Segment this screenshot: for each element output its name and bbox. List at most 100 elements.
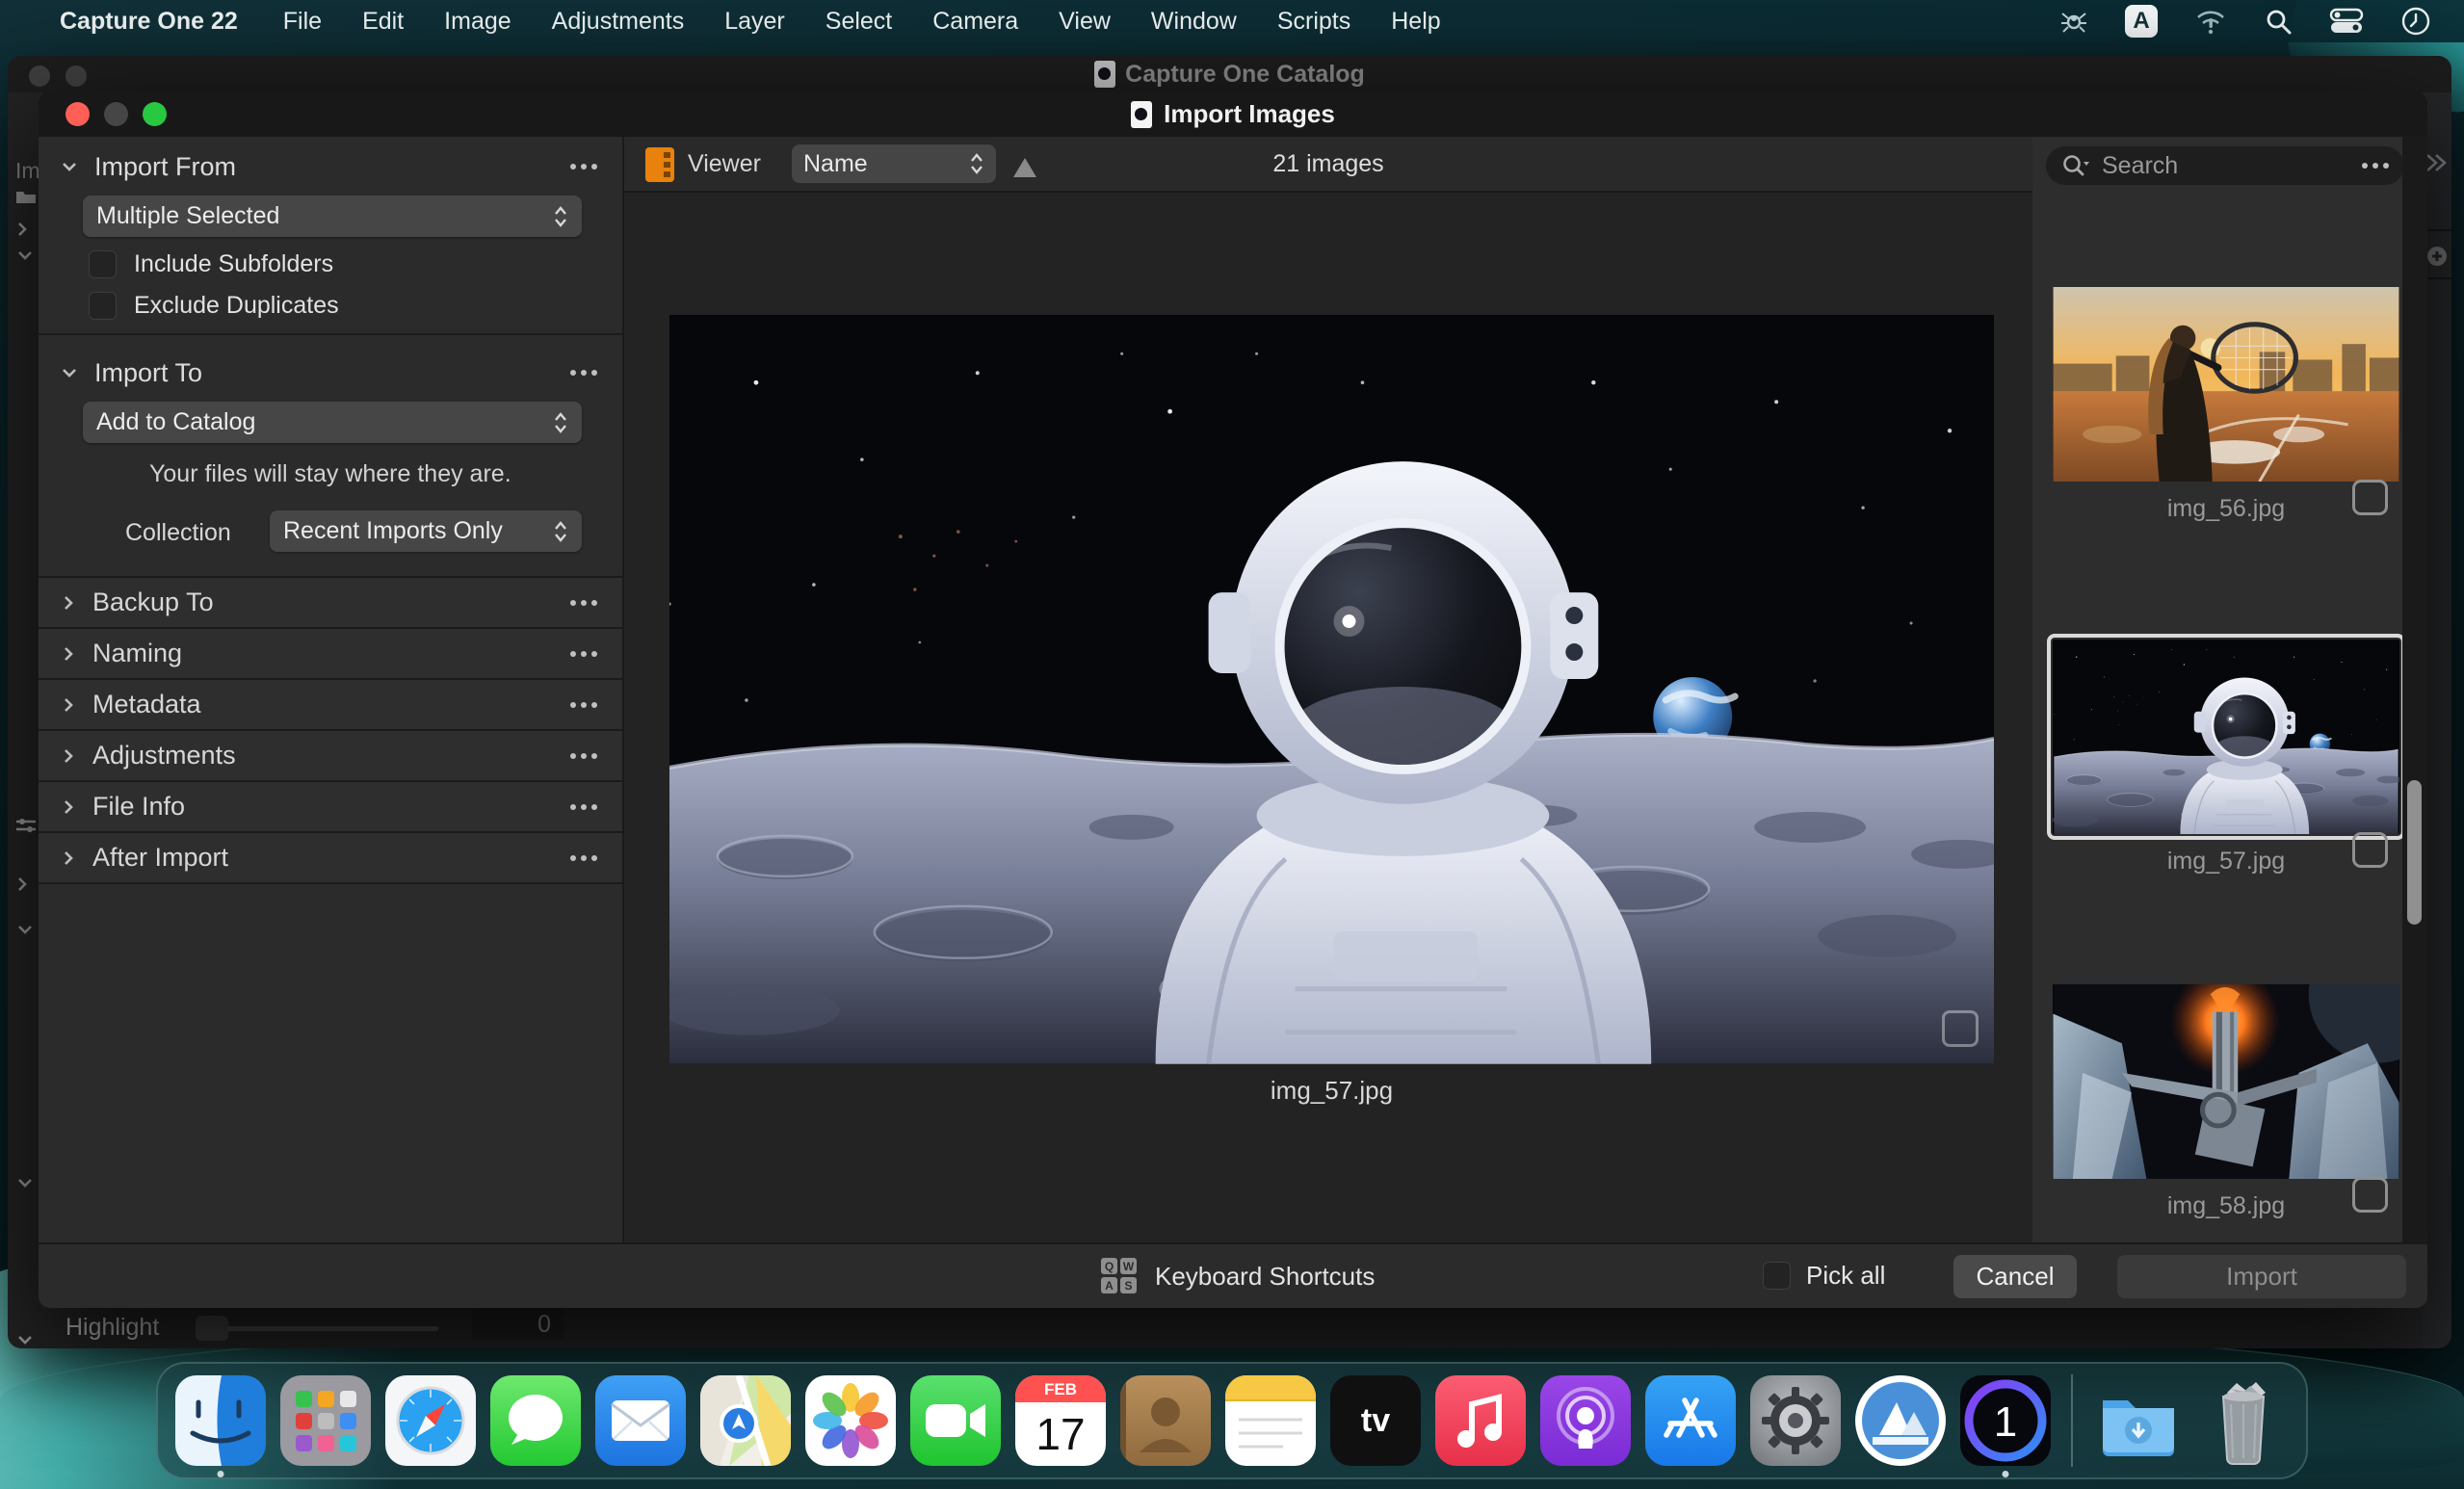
more-icon[interactable] bbox=[570, 600, 597, 606]
menu-edit[interactable]: Edit bbox=[342, 8, 424, 36]
collection-label: Collection bbox=[125, 519, 231, 547]
section-naming[interactable]: Naming bbox=[39, 627, 622, 678]
cancel-button[interactable]: Cancel bbox=[1953, 1255, 2077, 1298]
chevron-down-icon[interactable] bbox=[15, 1176, 35, 1189]
chevron-right-icon[interactable] bbox=[15, 875, 29, 894]
section-backup-to[interactable]: Backup To bbox=[39, 576, 622, 627]
more-icon[interactable] bbox=[570, 753, 597, 759]
import-source-select[interactable]: Multiple Selected bbox=[83, 196, 582, 237]
dialog-title: Import Images bbox=[1131, 99, 1335, 129]
dock-contacts[interactable] bbox=[1120, 1375, 1211, 1466]
pick-all-checkbox[interactable] bbox=[1763, 1262, 1791, 1290]
dock-finder[interactable] bbox=[175, 1375, 266, 1466]
dock-facetime[interactable] bbox=[910, 1375, 1001, 1466]
wifi-alert-icon[interactable] bbox=[2194, 7, 2227, 36]
menu-layer[interactable]: Layer bbox=[704, 8, 805, 36]
menu-camera[interactable]: Camera bbox=[912, 8, 1038, 36]
inactive-minimize-button[interactable] bbox=[66, 65, 87, 87]
dock-downloads[interactable] bbox=[2093, 1375, 2184, 1466]
dock-podcasts[interactable] bbox=[1540, 1375, 1631, 1466]
import-button[interactable]: Import bbox=[2117, 1255, 2406, 1298]
dock-calendar[interactable]: FEB17 bbox=[1015, 1375, 1106, 1466]
viewer-image-pick-checkbox[interactable] bbox=[1942, 1010, 1979, 1047]
menu-view[interactable]: View bbox=[1038, 8, 1131, 36]
include-subfolders-checkbox[interactable] bbox=[89, 250, 117, 278]
section-adjustments[interactable]: Adjustments bbox=[39, 729, 622, 780]
scrollbar-thumb[interactable] bbox=[2407, 780, 2422, 925]
dock-photos[interactable] bbox=[805, 1375, 896, 1466]
close-button[interactable] bbox=[66, 102, 90, 126]
menu-file[interactable]: File bbox=[263, 8, 342, 36]
more-icon[interactable] bbox=[570, 164, 597, 170]
chevron-down-icon[interactable] bbox=[15, 248, 35, 262]
exclude-duplicates-row: Exclude Duplicates bbox=[89, 292, 339, 320]
double-chevron-icon[interactable] bbox=[2425, 152, 2450, 173]
menu-window[interactable]: Window bbox=[1131, 8, 1257, 36]
search-field[interactable]: Search bbox=[2046, 146, 2404, 185]
inactive-close-button[interactable] bbox=[29, 65, 50, 87]
app-menu-title[interactable]: Capture One 22 bbox=[60, 8, 238, 36]
clock-icon[interactable] bbox=[2400, 6, 2431, 37]
more-icon[interactable] bbox=[570, 855, 597, 861]
sliders-icon[interactable] bbox=[15, 817, 37, 834]
more-icon[interactable] bbox=[570, 804, 597, 810]
collection-select[interactable]: Recent Imports Only bbox=[270, 510, 582, 552]
more-icon[interactable] bbox=[570, 651, 597, 657]
keyboard-shortcuts-button[interactable]: QWAS Keyboard Shortcuts bbox=[1101, 1258, 1375, 1294]
dock-app-store[interactable] bbox=[1645, 1375, 1736, 1466]
antivirus-icon[interactable] bbox=[2059, 7, 2088, 36]
thumbnail-img-58[interactable] bbox=[2053, 984, 2399, 1179]
add-annotation-icon[interactable] bbox=[2425, 245, 2450, 270]
thumbnail-pick-checkbox[interactable] bbox=[2352, 1177, 2388, 1213]
pick-all-row: Pick all bbox=[1763, 1261, 1885, 1291]
dock-notes[interactable] bbox=[1225, 1375, 1316, 1466]
dock-trash[interactable] bbox=[2198, 1375, 2289, 1466]
menu-help[interactable]: Help bbox=[1371, 8, 1460, 36]
thumbnail-pick-checkbox[interactable] bbox=[2352, 832, 2388, 868]
import-from-header[interactable]: Import From bbox=[39, 144, 622, 189]
dock-capture-one[interactable]: 1 bbox=[1960, 1375, 2051, 1466]
viewer-toolbar: Viewer Name 21 images bbox=[624, 137, 2032, 193]
zoom-button[interactable] bbox=[143, 102, 167, 126]
dock-maps[interactable] bbox=[700, 1375, 791, 1466]
spotlight-icon[interactable] bbox=[2264, 7, 2293, 36]
chevron-down-icon[interactable] bbox=[15, 923, 35, 936]
chevron-right-icon[interactable] bbox=[15, 220, 29, 239]
control-center-icon[interactable] bbox=[2329, 7, 2364, 36]
highlight-value[interactable]: 0 bbox=[472, 1308, 564, 1341]
exclude-duplicates-checkbox[interactable] bbox=[89, 292, 117, 320]
menu-adjustments[interactable]: Adjustments bbox=[532, 8, 705, 36]
minimize-button[interactable] bbox=[104, 102, 128, 126]
section-file-info[interactable]: File Info bbox=[39, 780, 622, 831]
highlight-slider[interactable] bbox=[197, 1326, 438, 1331]
dock-messages[interactable] bbox=[490, 1375, 581, 1466]
chevron-right-icon bbox=[62, 593, 75, 613]
dock-mail[interactable] bbox=[595, 1375, 686, 1466]
thumbnail-img-56[interactable] bbox=[2053, 287, 2399, 482]
apple-tv-label: tv bbox=[1361, 1402, 1390, 1440]
more-icon[interactable] bbox=[570, 370, 597, 376]
menu-select[interactable]: Select bbox=[805, 8, 912, 36]
thumbnail-pick-checkbox[interactable] bbox=[2352, 480, 2388, 515]
menu-image[interactable]: Image bbox=[424, 8, 531, 36]
menu-scripts[interactable]: Scripts bbox=[1257, 8, 1371, 36]
viewer-image[interactable] bbox=[669, 315, 1994, 1064]
section-after-import[interactable]: After Import bbox=[39, 831, 622, 882]
background-window-titlebar: Capture One Catalog bbox=[8, 56, 2451, 92]
dock-pro-app[interactable] bbox=[1855, 1375, 1946, 1466]
input-source-icon[interactable]: A bbox=[2125, 5, 2158, 38]
dock-music[interactable] bbox=[1435, 1375, 1526, 1466]
dock-safari[interactable] bbox=[385, 1375, 476, 1466]
section-metadata[interactable]: Metadata bbox=[39, 678, 622, 729]
more-icon[interactable] bbox=[2362, 163, 2389, 169]
dock-system-preferences[interactable] bbox=[1750, 1375, 1841, 1466]
chevron-right-icon bbox=[62, 695, 75, 715]
dock-launchpad[interactable] bbox=[280, 1375, 371, 1466]
folder-icon[interactable] bbox=[15, 189, 37, 204]
more-icon[interactable] bbox=[570, 702, 597, 708]
import-destination-select[interactable]: Add to Catalog bbox=[83, 402, 582, 443]
dock-apple-tv[interactable]: tv bbox=[1330, 1375, 1421, 1466]
import-to-header[interactable]: Import To bbox=[39, 351, 622, 395]
thumbnail-img-57[interactable] bbox=[2053, 640, 2399, 834]
highlight-slider-knob[interactable] bbox=[196, 1316, 228, 1341]
